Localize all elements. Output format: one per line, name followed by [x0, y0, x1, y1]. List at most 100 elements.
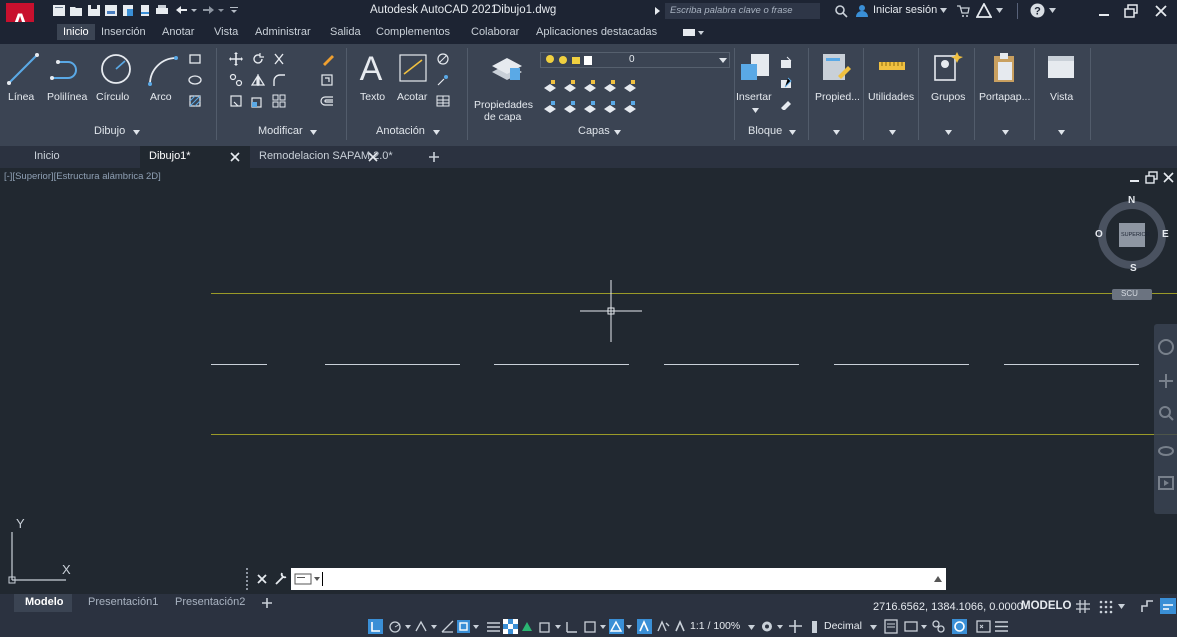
object-snap-tracking-icon[interactable]: [440, 619, 455, 634]
customize-quick-access-icon[interactable]: [229, 4, 239, 17]
panel-title-capas[interactable]: Capas: [578, 125, 610, 137]
circle-button[interactable]: Círculo: [96, 91, 129, 103]
gizmo-icon[interactable]: [609, 619, 633, 634]
dimension-icon[interactable]: [397, 52, 429, 84]
dynamic-ucs-icon[interactable]: [565, 619, 580, 634]
capas-expand-icon[interactable]: [614, 130, 621, 135]
add-layout-icon[interactable]: [261, 597, 273, 609]
polyline-icon[interactable]: [48, 54, 82, 84]
line-button[interactable]: Línea: [8, 91, 34, 103]
circle-icon[interactable]: [99, 52, 133, 86]
signin-link[interactable]: Iniciar sesión: [873, 4, 937, 16]
layer-properties-icon[interactable]: [490, 52, 524, 84]
tab-inicio[interactable]: Inicio: [57, 24, 95, 40]
tab-insercion[interactable]: Inserción: [101, 26, 146, 38]
search-box[interactable]: Escriba palabra clave o frase: [665, 3, 820, 19]
coordinates-readout[interactable]: 2716.6562, 1384.1066, 0.0000: [873, 601, 1023, 613]
close-icon[interactable]: [1154, 4, 1168, 18]
copy-icon[interactable]: [229, 73, 243, 87]
model-space-button[interactable]: MODELO: [1021, 600, 1071, 612]
snap-dropdown-icon[interactable]: [1118, 604, 1125, 609]
mirror-icon[interactable]: [251, 73, 265, 87]
selection-filter-icon[interactable]: [583, 619, 607, 634]
close-tab-icon[interactable]: [368, 152, 378, 162]
utilities-icon[interactable]: [876, 58, 908, 78]
view-icon[interactable]: [1046, 52, 1076, 82]
help-dropdown-icon[interactable]: [1049, 8, 1056, 13]
save-icon[interactable]: [87, 4, 101, 17]
lane-dash-line[interactable]: [664, 364, 799, 365]
command-input[interactable]: [291, 568, 946, 590]
search-icon[interactable]: [834, 4, 848, 18]
insert-block-icon[interactable]: [739, 52, 771, 84]
lane-dash-line[interactable]: [834, 364, 969, 365]
tab-anotar[interactable]: Anotar: [162, 26, 194, 38]
lineweight-icon[interactable]: [486, 619, 501, 634]
units-dropdown-icon[interactable]: [870, 625, 877, 630]
snap-mode-icon[interactable]: [1098, 599, 1114, 614]
command-history-icon[interactable]: [294, 573, 322, 585]
erase-icon[interactable]: [320, 52, 334, 66]
command-line-grip[interactable]: [246, 568, 254, 590]
text-button[interactable]: Texto: [360, 91, 385, 103]
grid-icon[interactable]: [1075, 599, 1091, 614]
viewcube[interactable]: [1096, 193, 1166, 299]
table-icon[interactable]: [436, 94, 450, 108]
tab-modelo[interactable]: Modelo: [14, 594, 72, 612]
orbit-icon[interactable]: [1157, 442, 1175, 460]
transparency-icon[interactable]: [503, 619, 518, 634]
properties-button[interactable]: Propied...: [815, 91, 860, 103]
leader-icon[interactable]: [436, 52, 450, 66]
array-icon[interactable]: [272, 94, 286, 108]
panel-title-modificar[interactable]: Modificar: [258, 125, 303, 137]
viewport-controls-label[interactable]: [-][Superior][Estructura alámbrica 2D]: [4, 171, 161, 182]
panel-title-dibujo[interactable]: Dibujo: [94, 125, 125, 137]
tab-remodelacion[interactable]: Remodelacion SAPAM 2.0*: [250, 146, 420, 168]
panel-title-bloque[interactable]: Bloque: [748, 125, 782, 137]
tab-administrar[interactable]: Administrar: [255, 26, 311, 38]
rotate-icon[interactable]: [251, 52, 265, 66]
yellow-boundary-line[interactable]: [211, 293, 1177, 294]
annotation-scale-value[interactable]: 1:1 / 100%: [690, 620, 740, 632]
tab-vista[interactable]: Vista: [214, 26, 238, 38]
print-icon[interactable]: [155, 4, 169, 17]
tab-salida[interactable]: Salida: [330, 26, 361, 38]
properties-expand-icon[interactable]: [833, 130, 840, 135]
command-close-icon[interactable]: [256, 573, 268, 585]
account-dropdown-icon[interactable]: [996, 8, 1003, 13]
viewcube-face-superior[interactable]: SUPERIOR: [1121, 232, 1150, 238]
user-icon[interactable]: [855, 4, 869, 18]
clipboard-expand-icon[interactable]: [1002, 130, 1009, 135]
plot-icon[interactable]: [138, 4, 152, 17]
3d-object-snap-icon[interactable]: [538, 619, 562, 634]
groups-expand-icon[interactable]: [945, 130, 952, 135]
groups-icon[interactable]: [931, 50, 965, 84]
dimension-button[interactable]: Acotar: [397, 91, 427, 103]
move-icon[interactable]: [229, 52, 243, 66]
insert-button[interactable]: Insertar: [736, 91, 772, 103]
insert-dropdown-icon[interactable]: [752, 108, 759, 113]
scale-icon[interactable]: [251, 94, 265, 108]
layer-properties-label-1[interactable]: Propiedades: [474, 99, 533, 111]
lane-dash-line[interactable]: [211, 364, 267, 365]
lane-dash-line[interactable]: [325, 364, 460, 365]
isodraft-icon[interactable]: [414, 619, 438, 634]
tab-complementos[interactable]: Complementos: [376, 26, 450, 38]
object-snap-icon[interactable]: [456, 619, 480, 634]
tab-presentacion2[interactable]: Presentación2: [175, 596, 245, 608]
new-tab-icon[interactable]: [428, 151, 440, 163]
polar-tracking-icon[interactable]: [388, 619, 412, 634]
edit-attributes-icon[interactable]: [779, 96, 793, 110]
lane-dash-line[interactable]: [1004, 364, 1139, 365]
help-icon[interactable]: ?: [1030, 3, 1045, 18]
layer-properties-label-2[interactable]: de capa: [484, 111, 521, 123]
search-expand-icon[interactable]: [654, 6, 662, 16]
selection-cycling-icon[interactable]: [520, 619, 535, 634]
properties-icon[interactable]: [820, 52, 852, 84]
showmotion-icon[interactable]: [1157, 474, 1175, 492]
clipboard-button[interactable]: Portapap...: [979, 91, 1030, 103]
command-expand-icon[interactable]: [934, 576, 942, 582]
command-customize-icon[interactable]: [273, 571, 287, 586]
layer-tools-row-1-icons[interactable]: [542, 78, 682, 94]
ucs-menu-button[interactable]: SCU: [1112, 289, 1152, 300]
